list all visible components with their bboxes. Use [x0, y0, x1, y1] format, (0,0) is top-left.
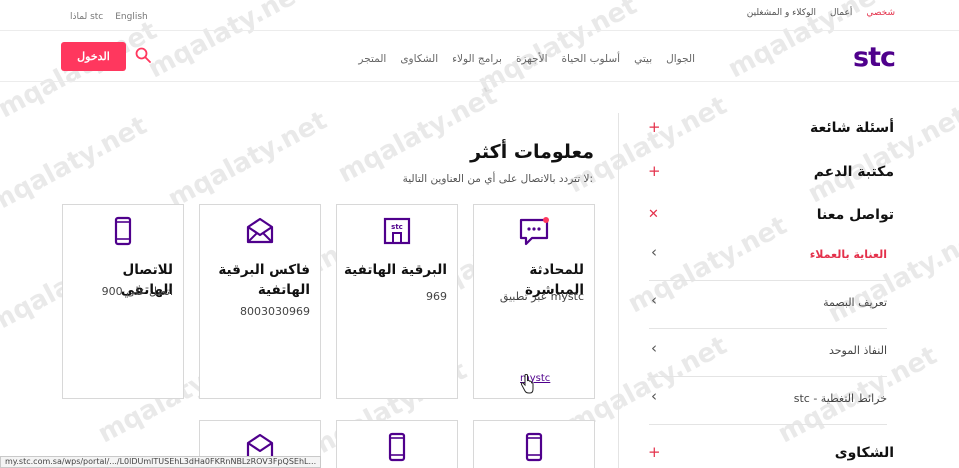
sidebar-item-fingerprint[interactable]: تعريف البصمة ‹ — [649, 281, 887, 329]
stc-store-icon: stc — [383, 217, 411, 245]
store-icon-text: stc — [391, 223, 403, 231]
nav-item-store[interactable]: المتجر — [358, 53, 386, 65]
nav-item-complaints[interactable]: الشكاوى — [400, 53, 438, 65]
contact-card-title: البرقية الهاتفية — [343, 262, 447, 278]
plus-icon[interactable]: + — [648, 118, 661, 136]
sidebar-section-title: مكتبة الدعم — [813, 164, 894, 180]
utility-links: لماذا stc English — [70, 12, 148, 22]
browser-status-bar: my.stc.com.sa/wps/portal/.../L0lDUmlTUSE… — [0, 456, 322, 468]
contact-card-phone[interactable]: للاتصال الهاتفي اتصل على 900 — [62, 204, 184, 399]
chevron-left-icon: ‹ — [651, 387, 657, 405]
contact-card-title: فاكس البرقية الهاتفية — [218, 262, 310, 298]
sidebar-item-label: العناية بالعملاء — [809, 248, 887, 261]
contact-card-row2-1[interactable] — [473, 420, 595, 468]
nav-item-mobile[interactable]: الجوال — [666, 53, 695, 65]
contact-card-value: اتصل على 900 — [101, 285, 173, 298]
watermark: mqalaty.net — [163, 105, 332, 215]
why-stc-link[interactable]: لماذا stc — [70, 12, 103, 22]
plus-icon[interactable]: + — [648, 443, 661, 461]
sidebar-section-title: أسئلة شائعة — [809, 120, 894, 136]
segment-business[interactable]: أعمال — [830, 8, 852, 18]
sidebar-item-unified-access[interactable]: النفاذ الموحد ‹ — [649, 329, 887, 377]
sidebar-item-label: النفاذ الموحد — [828, 344, 887, 357]
contact-card-value: عبر تطبيق mystc — [499, 290, 584, 303]
nav-menu: الجوال بيتي أسلوب الحياة الأجهزة برامج ا… — [358, 53, 695, 65]
contact-card-live-chat[interactable]: للمحادثة المباشرة عبر تطبيق mystc mystc — [473, 204, 595, 399]
sidebar-section-title: الشكاوى — [834, 445, 894, 461]
login-button[interactable]: الدخول — [61, 42, 126, 71]
logo-text: stc — [853, 42, 896, 73]
envelope-icon — [246, 217, 274, 244]
nav-item-loyalty[interactable]: برامج الولاء — [452, 53, 502, 65]
chevron-left-icon: ‹ — [651, 243, 657, 261]
support-sidebar: أسئلة شائعة + مكتبة الدعم + تواصل معنا ✕… — [618, 113, 898, 468]
mobile-phone-icon — [388, 432, 406, 462]
page-subtitle: لا تتردد بالاتصال على أي من العناوين الت… — [402, 173, 593, 185]
chevron-left-icon: ‹ — [651, 339, 657, 357]
contact-card-row2-2[interactable] — [336, 420, 458, 468]
segment-switcher: شخصي أعمال الوكلاء و المشغلين — [747, 8, 895, 18]
search-icon[interactable] — [134, 46, 152, 64]
contact-card-value: 969 — [426, 290, 447, 303]
plus-icon[interactable]: + — [648, 162, 661, 180]
chat-icon — [519, 217, 549, 246]
page-title: معلومات أكثر — [470, 141, 594, 163]
sidebar-section-support-library[interactable]: مكتبة الدعم + — [628, 162, 898, 186]
nav-item-devices[interactable]: الأجهزة — [516, 53, 548, 65]
utility-bar: شخصي أعمال الوكلاء و المشغلين لماذا stc … — [0, 0, 959, 30]
contact-card-fax-telegram[interactable]: فاكس البرقية الهاتفية 8003030969 — [199, 204, 321, 399]
nav-item-home[interactable]: بيتي — [634, 53, 652, 65]
nav-item-lifestyle[interactable]: أسلوب الحياة — [562, 53, 621, 65]
mobile-phone-icon — [114, 216, 132, 246]
hand-cursor-icon — [520, 374, 534, 394]
mobile-phone-icon — [525, 432, 543, 462]
sidebar-section-title: تواصل معنا — [816, 207, 894, 223]
segment-personal[interactable]: شخصي — [866, 8, 895, 18]
chevron-left-icon: ‹ — [651, 291, 657, 309]
language-toggle[interactable]: English — [115, 12, 148, 22]
contact-card-telegram[interactable]: stc البرقية الهاتفية 969 — [336, 204, 458, 399]
contact-card-value: 8003030969 — [240, 305, 310, 318]
sidebar-item-label: stc - خرائط التغطية — [793, 392, 887, 405]
sidebar-item-label: تعريف البصمة — [823, 296, 887, 309]
segment-agents-operators[interactable]: الوكلاء و المشغلين — [747, 8, 816, 18]
close-icon[interactable]: ✕ — [648, 207, 659, 222]
sidebar-item-coverage-maps[interactable]: stc - خرائط التغطية ‹ — [649, 377, 887, 425]
sidebar-section-faq[interactable]: أسئلة شائعة + — [628, 118, 898, 142]
sidebar-item-customer-care[interactable]: العناية بالعملاء ‹ — [649, 233, 887, 281]
sidebar-section-contact-us[interactable]: تواصل معنا ✕ — [628, 205, 898, 229]
sidebar-section-complaints[interactable]: الشكاوى + — [628, 443, 898, 467]
stc-logo[interactable]: stc — [853, 42, 896, 73]
